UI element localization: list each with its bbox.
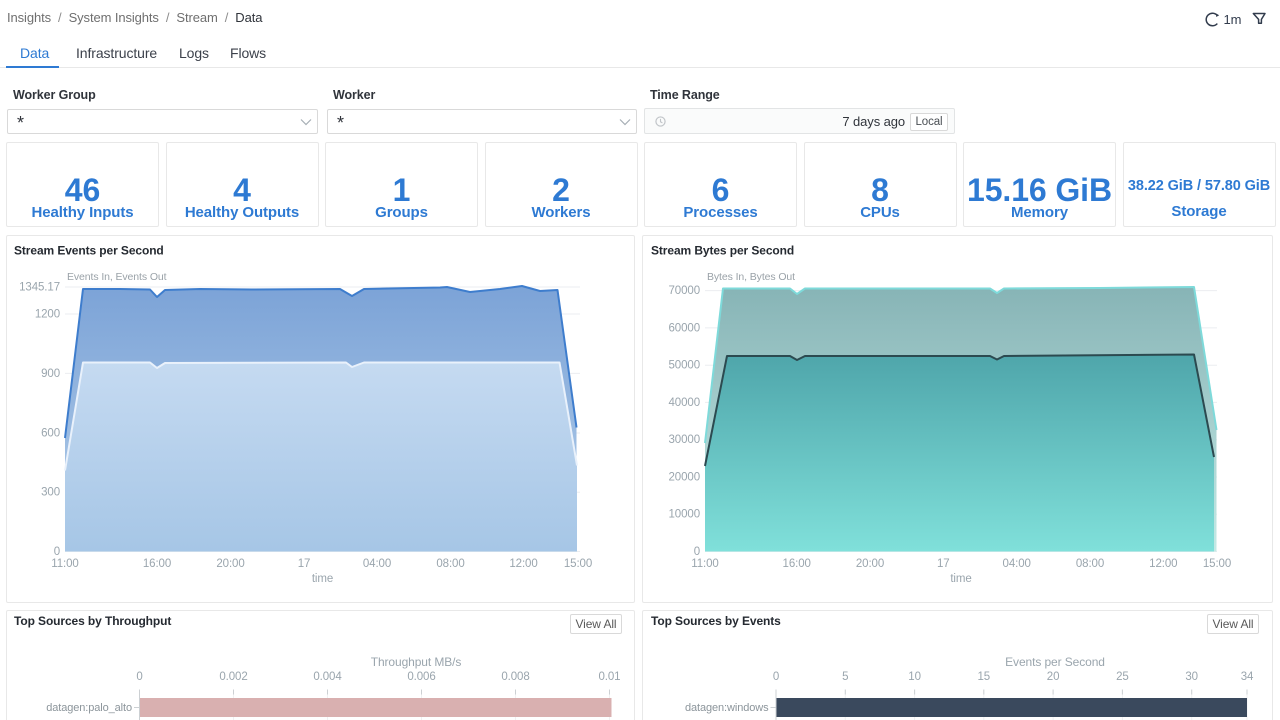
svg-text:04:00: 04:00 [363, 558, 391, 570]
svg-text:60000: 60000 [669, 322, 700, 334]
svg-text:17: 17 [937, 558, 950, 570]
svg-text:20:00: 20:00 [856, 558, 884, 570]
svg-text:0: 0 [136, 671, 142, 683]
svg-text:Bytes In, Bytes Out: Bytes In, Bytes Out [707, 271, 795, 283]
svg-text:0.006: 0.006 [407, 671, 435, 683]
svg-text:0: 0 [773, 671, 779, 683]
svg-text:Events In, Events Out: Events In, Events Out [67, 271, 167, 283]
svg-text:0: 0 [54, 546, 60, 558]
svg-text:0.002: 0.002 [219, 671, 247, 683]
svg-text:0.004: 0.004 [313, 671, 342, 683]
svg-text:time: time [312, 573, 333, 585]
svg-text:0.008: 0.008 [501, 671, 529, 683]
svg-text:900: 900 [41, 368, 60, 380]
svg-text:34: 34 [1241, 671, 1254, 683]
svg-text:25: 25 [1116, 671, 1129, 683]
svg-text:1m: 1m [1224, 12, 1242, 27]
svg-text:Events per Second: Events per Second [1005, 655, 1105, 669]
svg-text:70000: 70000 [669, 285, 700, 297]
svg-text:20: 20 [1047, 671, 1060, 683]
svg-text:10000: 10000 [669, 509, 700, 521]
svg-text:datagen:windows: datagen:windows [685, 702, 769, 714]
svg-text:datagen:palo_alto: datagen:palo_alto [46, 702, 132, 714]
svg-text:30000: 30000 [669, 434, 700, 446]
svg-text:15:00: 15:00 [1203, 558, 1231, 570]
svg-text:0: 0 [694, 546, 700, 558]
svg-text:Throughput MB/s: Throughput MB/s [371, 655, 462, 669]
svg-text:08:00: 08:00 [436, 558, 464, 570]
svg-text:20000: 20000 [669, 472, 700, 484]
svg-text:15:00: 15:00 [564, 558, 592, 570]
svg-text:1200: 1200 [35, 309, 60, 321]
svg-text:08:00: 08:00 [1076, 558, 1104, 570]
svg-text:20:00: 20:00 [216, 558, 244, 570]
svg-text:16:00: 16:00 [783, 558, 811, 570]
svg-text:30: 30 [1185, 671, 1198, 683]
svg-text:12:00: 12:00 [1149, 558, 1177, 570]
svg-text:40000: 40000 [669, 397, 700, 409]
svg-text:12:00: 12:00 [509, 558, 537, 570]
svg-text:600: 600 [41, 428, 60, 440]
svg-text:Stream Bytes per Second: Stream Bytes per Second [651, 244, 794, 258]
svg-text:0.01: 0.01 [599, 671, 621, 683]
svg-text:17: 17 [298, 558, 311, 570]
svg-text:1345.17: 1345.17 [19, 282, 60, 294]
svg-text:time: time [950, 573, 971, 585]
svg-text:16:00: 16:00 [143, 558, 171, 570]
svg-text:15: 15 [978, 671, 991, 683]
svg-text:Stream Events per Second: Stream Events per Second [14, 244, 164, 258]
svg-text:5: 5 [842, 671, 848, 683]
svg-text:10: 10 [908, 671, 921, 683]
svg-text:50000: 50000 [669, 360, 700, 372]
svg-text:300: 300 [41, 487, 60, 499]
svg-text:11:00: 11:00 [51, 558, 78, 570]
svg-text:11:00: 11:00 [691, 558, 718, 570]
svg-text:04:00: 04:00 [1003, 558, 1031, 570]
